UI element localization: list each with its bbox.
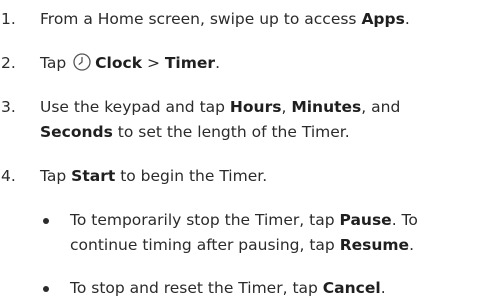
step-text: Tap Clock > Timer. bbox=[40, 51, 477, 75]
step-number: 1. bbox=[1, 10, 16, 28]
step-text-part: . bbox=[404, 10, 410, 28]
step-text-line-2: Seconds to set the length of the Timer. bbox=[40, 120, 477, 144]
start-label: Start bbox=[71, 167, 116, 185]
bullet-text-line-1: To temporarily stop the Timer, tap Pause… bbox=[70, 208, 481, 232]
step-text-part: , and bbox=[361, 98, 401, 116]
cancel-label: Cancel bbox=[322, 279, 381, 297]
bullet-text-part: continue timing after pausing, tap bbox=[70, 236, 340, 254]
step-text-part: to set the length of the Timer. bbox=[112, 123, 350, 141]
step-text-part: From a Home screen, swipe up to access bbox=[40, 10, 362, 28]
apps-label: Apps bbox=[361, 10, 405, 28]
bullet-text-part: . bbox=[380, 279, 386, 297]
clock-label: Clock bbox=[95, 54, 143, 72]
pause-label: Pause bbox=[339, 211, 392, 229]
bullet-dot bbox=[43, 218, 49, 224]
step-text-part: to begin the Timer. bbox=[115, 167, 268, 185]
seconds-label: Seconds bbox=[40, 123, 113, 141]
minutes-label: Minutes bbox=[291, 98, 362, 116]
step-text-part: . bbox=[215, 54, 220, 72]
hours-label: Hours bbox=[229, 98, 282, 116]
step-text-part: Tap bbox=[40, 54, 72, 72]
step-number: 4. bbox=[1, 167, 16, 185]
bullet-text-part: . bbox=[409, 236, 415, 254]
step-text-line-1: Use the keypad and tap Hours, Minutes, a… bbox=[40, 95, 477, 119]
bullet-text-part: To stop and reset the Timer, tap bbox=[70, 279, 323, 297]
menu-separator: > bbox=[142, 54, 165, 72]
bullet-text-part: To temporarily stop the Timer, tap bbox=[70, 211, 340, 229]
step-number: 2. bbox=[1, 54, 16, 72]
bullet-text: To stop and reset the Timer, tap Cancel. bbox=[70, 276, 481, 300]
step-text-part: , bbox=[281, 98, 292, 116]
resume-label: Resume bbox=[339, 236, 410, 254]
bullet-dot bbox=[43, 286, 49, 292]
step-number: 3. bbox=[1, 98, 16, 116]
step-text: From a Home screen, swipe up to access A… bbox=[40, 7, 477, 31]
step-text: Tap Start to begin the Timer. bbox=[40, 164, 477, 188]
bullet-text-line-2: continue timing after pausing, tap Resum… bbox=[70, 233, 481, 257]
timer-label: Timer bbox=[164, 54, 216, 72]
step-text-part: Use the keypad and tap bbox=[40, 98, 230, 116]
step-text-part: Tap bbox=[40, 167, 72, 185]
bullet-text-part: . To bbox=[391, 211, 418, 229]
clock-app-icon bbox=[73, 53, 91, 71]
